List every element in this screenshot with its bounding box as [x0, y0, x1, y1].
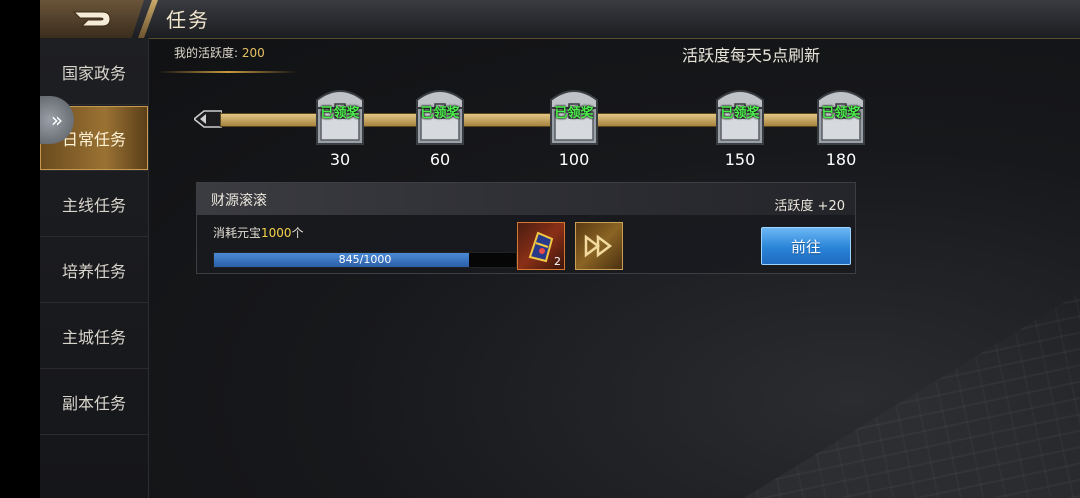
task-name: 财源滚滚: [211, 193, 267, 209]
reward-chest-30[interactable]: 已领奖: [311, 82, 369, 150]
chevron-right-icon: »: [50, 108, 64, 132]
go-button[interactable]: 前往: [761, 227, 851, 265]
city-wall-background: [744, 292, 1080, 498]
sidebar-item-label: 国家政务: [61, 64, 126, 83]
sidebar-item-main-tasks[interactable]: 主线任务: [40, 172, 148, 237]
sidebar-item-label: 主线任务: [61, 196, 126, 215]
activity-underline: [158, 71, 298, 73]
back-arrow-icon: [72, 11, 111, 27]
milestone-value: 150: [724, 150, 756, 169]
claimed-label: 已领奖: [554, 106, 594, 121]
sidebar-item-state-affairs[interactable]: 国家政务: [40, 40, 148, 105]
fast-forward-icon: [584, 234, 613, 258]
reward-chest-150[interactable]: 已领奖: [711, 82, 769, 150]
refresh-note: 活跃度每天5点刷新: [682, 46, 821, 65]
claimed-label: 已领奖: [720, 106, 760, 121]
sidebar-item-city-tasks[interactable]: 主城任务: [40, 304, 148, 369]
task-desc-prefix: 消耗元宝: [213, 226, 262, 240]
milestone-value: 100: [558, 150, 590, 169]
sidebar-item-dungeon-tasks[interactable]: 副本任务: [40, 370, 148, 435]
task-reward: 活跃度 +20: [774, 199, 845, 214]
track-start-arrow-icon: [194, 110, 222, 128]
game-window: 任务 国家政务 日常任务 主线任务 培养任务 主城任务 副本任务 » 我的活跃度…: [40, 0, 1080, 498]
fast-forward-button[interactable]: [575, 222, 623, 270]
page-title: 任务: [166, 8, 210, 32]
reward-chest-100[interactable]: 已领奖: [545, 82, 603, 150]
claimed-label: 已领奖: [420, 106, 460, 121]
task-progress-bar: 845/1000: [213, 252, 517, 268]
item-count: 2: [554, 255, 561, 268]
sidebar-item-training-tasks[interactable]: 培养任务: [40, 238, 148, 303]
milestone-value: 60: [429, 150, 451, 169]
milestone-value: 30: [329, 150, 351, 169]
task-description: 消耗元宝1000个: [213, 224, 304, 241]
claimed-label: 已领奖: [821, 106, 861, 121]
header-bar: 任务: [40, 0, 1080, 39]
reward-chest-60[interactable]: 已领奖: [411, 82, 469, 150]
activity-score-value: 200: [241, 46, 265, 60]
task-card: 财源滚滚 活跃度 +20 消耗元宝1000个 845/1000 2 前往: [196, 182, 856, 274]
reward-item-slot[interactable]: 2: [517, 222, 565, 270]
milestone-value: 180: [825, 150, 857, 169]
task-card-header: 财源滚滚 活跃度 +20: [197, 183, 855, 215]
sidebar-item-label: 培养任务: [61, 262, 126, 281]
back-button[interactable]: [40, 0, 144, 38]
sidebar-item-label: 主城任务: [61, 328, 126, 347]
task-progress-text: 845/1000: [338, 253, 392, 266]
task-desc-suffix: 个: [291, 226, 304, 240]
reward-chest-180[interactable]: 已领奖: [812, 82, 870, 150]
activity-score-label: 我的活跃度:: [174, 46, 239, 60]
task-desc-amount: 1000: [261, 226, 292, 240]
sidebar-item-label: 副本任务: [61, 394, 126, 413]
activity-score: 我的活跃度: 200: [174, 44, 265, 61]
claimed-label: 已领奖: [320, 106, 360, 121]
